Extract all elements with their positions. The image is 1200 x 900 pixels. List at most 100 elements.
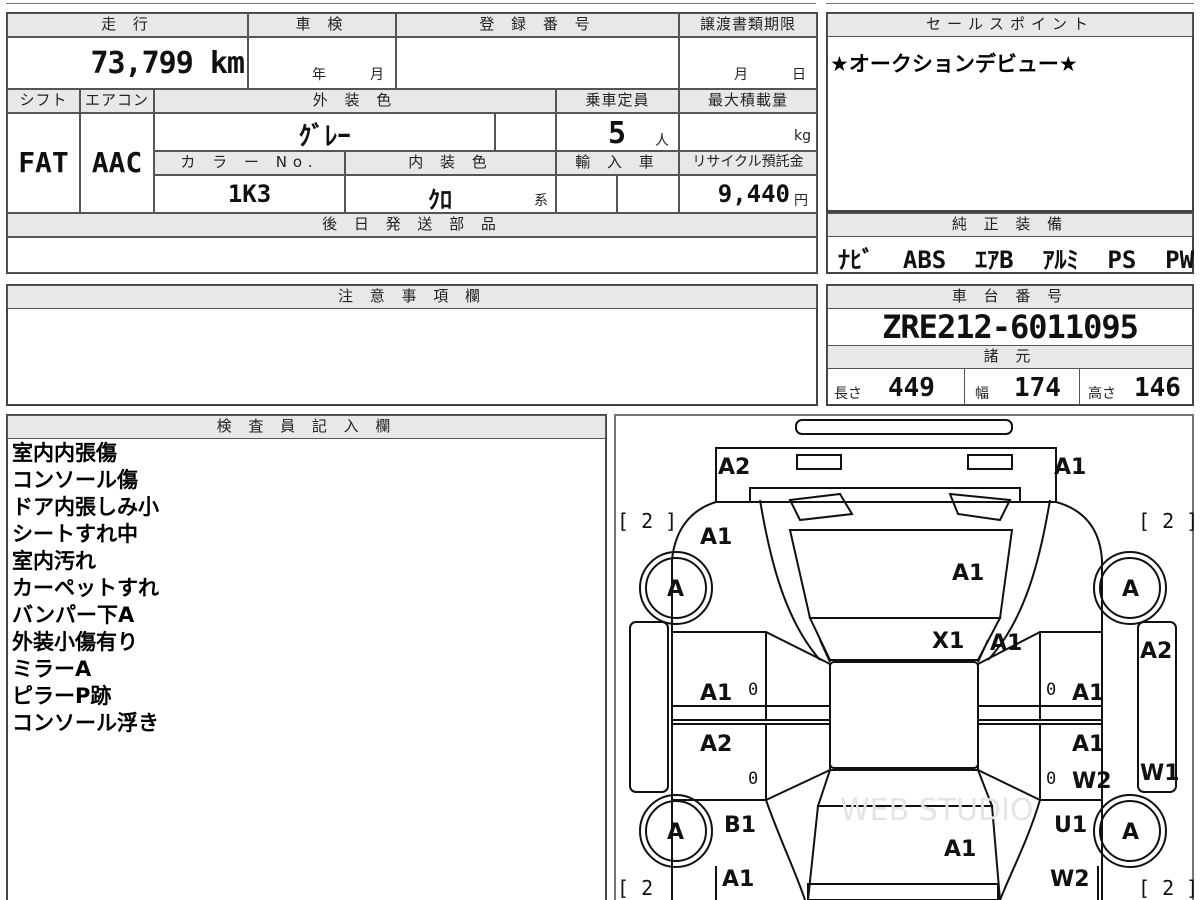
front-bumper-shape bbox=[795, 419, 1013, 435]
code-zero-1: 0 bbox=[748, 680, 758, 700]
import-label: 輸 入 車 bbox=[556, 151, 679, 175]
wheel-fl-label: A bbox=[667, 577, 684, 602]
code-quarter-left: B1 bbox=[724, 813, 756, 838]
rear-bumper-shape bbox=[807, 883, 999, 900]
later-parts-cell bbox=[7, 237, 817, 273]
height-label: 高さ bbox=[1088, 386, 1116, 402]
wheel-rl-label: A bbox=[667, 820, 684, 845]
transfer-month: 月 bbox=[734, 67, 748, 83]
interior-color-suffix: 系 bbox=[534, 193, 548, 209]
recycle-unit: 円 bbox=[794, 193, 808, 209]
left-headlight-shape bbox=[796, 454, 842, 470]
inspector-label: 検 査 員 記 入 欄 bbox=[7, 415, 606, 439]
wheel-fr-label: A bbox=[1122, 577, 1139, 602]
width-value: 174 bbox=[1014, 373, 1061, 403]
code-right-mirror: A2 bbox=[1140, 639, 1172, 664]
inspector-notes: 室内内張傷 コンソール傷 ドア内張しみ小 シートすれ中 室内汚れ カーペットすれ… bbox=[12, 440, 159, 737]
recycle-value: 9,440 bbox=[717, 180, 790, 208]
code-rear-right: W2 bbox=[1050, 867, 1090, 892]
equipment-label: 純 正 装 備 bbox=[827, 213, 1193, 237]
width-label: 幅 bbox=[975, 386, 989, 402]
shaken-year: 年 bbox=[312, 67, 326, 83]
sales-point-panel bbox=[826, 12, 1194, 212]
later-parts-label: 後 日 発 送 部 品 bbox=[7, 213, 817, 237]
shift-label: シフト bbox=[7, 89, 80, 113]
capacity-unit: 人 bbox=[655, 133, 669, 149]
interior-color-label: 内 装 色 bbox=[345, 151, 556, 175]
import-cell-a bbox=[556, 175, 617, 213]
chassis-number: ZRE212-6011095 bbox=[882, 308, 1139, 346]
capacity-value: 5 bbox=[608, 116, 627, 151]
sales-point-text: ★オークションデビュー★ bbox=[830, 52, 1078, 76]
left-mirror-shape bbox=[629, 621, 669, 793]
inspector-note: シートすれ中 bbox=[12, 522, 138, 546]
inspector-note: コンソール浮き bbox=[12, 711, 159, 735]
exterior-color-value: ｸﾞﾚｰ bbox=[298, 122, 351, 152]
watermark: WEB STUDIO bbox=[840, 793, 1034, 828]
registration-cell bbox=[396, 37, 679, 89]
exterior-extra-cell bbox=[495, 113, 556, 151]
roof-shape bbox=[829, 661, 979, 769]
code-zero-4: 0 bbox=[1046, 769, 1056, 789]
code-front-left-corner: A2 bbox=[718, 455, 750, 480]
tire-depth-rl: [ 2 bbox=[617, 876, 653, 900]
color-no-value: 1K3 bbox=[227, 180, 272, 208]
interior-color-value: ｸﾛ bbox=[428, 186, 452, 214]
inspector-note: バンパー下A bbox=[12, 603, 135, 627]
shaken-month: 月 bbox=[370, 67, 384, 83]
inspector-note: 室内内張傷 bbox=[12, 441, 117, 465]
code-rear-door-left: A2 bbox=[700, 732, 732, 757]
equipment-text: ﾅﾋﾞ ABS ｴｱB ｱﾙﾐ PS PW bbox=[838, 246, 1195, 274]
inspector-note: ピラーP跡 bbox=[12, 684, 112, 708]
chassis-label: 車 台 番 号 bbox=[827, 285, 1193, 309]
code-zero-3: 0 bbox=[748, 769, 758, 789]
transfer-day: 日 bbox=[792, 67, 806, 83]
code-quarter-right: U1 bbox=[1054, 813, 1087, 838]
grille-right bbox=[948, 492, 1012, 522]
code-windshield: X1 bbox=[932, 629, 964, 654]
code-front-door-left: A1 bbox=[700, 681, 732, 706]
length-value: 449 bbox=[888, 373, 935, 403]
inspector-note: ドア内張しみ小 bbox=[12, 495, 159, 519]
code-hood: A1 bbox=[952, 561, 984, 586]
code-front-right-corner: A1 bbox=[1054, 455, 1086, 480]
inspector-note: ミラーA bbox=[12, 657, 92, 681]
code-fender-left: A1 bbox=[700, 525, 732, 550]
code-rear-door-right: A1 bbox=[1072, 732, 1104, 757]
right-headlight-shape bbox=[967, 454, 1013, 470]
sales-point-label: セールスポイント bbox=[827, 13, 1193, 37]
code-trunk: A1 bbox=[944, 837, 976, 862]
shift-value: FAT bbox=[18, 146, 69, 179]
wheel-rr-label: A bbox=[1122, 820, 1139, 845]
code-rocker-right: W1 bbox=[1140, 761, 1180, 786]
capacity-label: 乗車定員 bbox=[556, 89, 679, 113]
windshield-shape bbox=[808, 617, 1002, 661]
ac-value: AAC bbox=[91, 146, 143, 179]
dimensions-label: 諸 元 bbox=[827, 345, 1193, 369]
inspector-note: カーペットすれ bbox=[12, 576, 159, 600]
car-diagram: WEB STUDIO [ 2 ] [ 2 ] [ 2 [ 2 ] A A A A… bbox=[617, 419, 1194, 900]
ac-label: エアコン bbox=[80, 89, 154, 113]
code-pillar-right: A1 bbox=[990, 631, 1022, 656]
mileage-label: 走 行 bbox=[7, 13, 248, 37]
inspector-note: 室内汚れ bbox=[12, 549, 96, 573]
grille-left bbox=[788, 492, 854, 522]
registration-label: 登 録 番 号 bbox=[396, 13, 679, 37]
code-rear-left: A1 bbox=[722, 867, 754, 892]
max-load-label: 最大積載量 bbox=[679, 89, 817, 113]
color-no-label: カ ラ ー No. bbox=[154, 151, 345, 175]
mileage-value: 73,799 km bbox=[90, 46, 245, 81]
tire-depth-fr: [ 2 ] bbox=[1138, 509, 1194, 533]
tire-depth-rr: [ 2 ] bbox=[1138, 876, 1194, 900]
height-value: 146 bbox=[1134, 373, 1181, 403]
top-strip bbox=[0, 0, 1200, 6]
transfer-deadline-label: 譲渡書類期限 bbox=[679, 13, 817, 37]
code-front-door-right: A1 bbox=[1072, 681, 1104, 706]
code-rear-door-right-2: W2 bbox=[1072, 769, 1112, 794]
code-zero-2: 0 bbox=[1046, 680, 1056, 700]
caution-label: 注 意 事 項 欄 bbox=[7, 285, 817, 309]
max-load-unit: kg bbox=[794, 128, 811, 144]
recycle-deposit-label: リサイクル預託金 bbox=[679, 151, 817, 175]
inspector-note: 外装小傷有り bbox=[12, 630, 138, 654]
inspector-note: コンソール傷 bbox=[12, 468, 138, 492]
